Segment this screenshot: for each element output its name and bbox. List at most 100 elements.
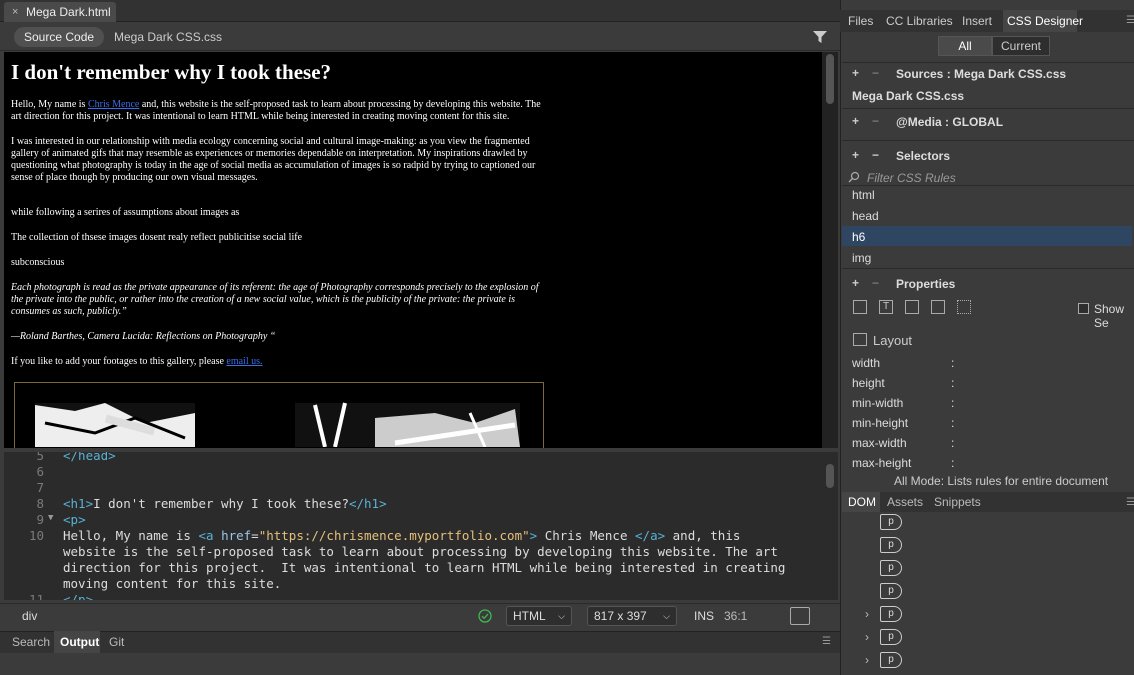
tab-git[interactable]: Git <box>109 635 124 649</box>
tab-dom[interactable]: DOM <box>848 495 876 509</box>
property-name[interactable]: max-height <box>852 456 911 470</box>
layout-category-icon[interactable] <box>853 300 867 314</box>
property-name[interactable]: width <box>852 356 880 370</box>
property-name[interactable]: height <box>852 376 885 390</box>
code-line[interactable]: Hello, My name is <a href="https://chris… <box>63 528 740 543</box>
expand-caret-icon[interactable]: › <box>865 653 869 667</box>
show-set-label: Show Se <box>1094 302 1125 330</box>
insert-mode: INS <box>694 609 715 623</box>
text-category-icon[interactable]: T <box>879 300 893 314</box>
paragraph-5: subconscious <box>11 257 65 268</box>
property-value[interactable]: : <box>951 416 954 430</box>
output-panel-body <box>0 653 840 675</box>
close-tab-icon[interactable]: × <box>12 2 18 22</box>
document-tab[interactable]: × Mega Dark.html <box>4 2 116 22</box>
selector-item[interactable]: img <box>852 251 871 265</box>
add-source-icon[interactable]: + <box>852 66 859 80</box>
property-value[interactable]: : <box>951 356 954 370</box>
filter-css-rules-input[interactable]: Filter CSS Rules <box>867 171 956 185</box>
property-value[interactable]: : <box>951 436 954 450</box>
preview-window-icon[interactable] <box>790 607 810 625</box>
expand-caret-icon[interactable]: › <box>865 607 869 621</box>
property-value[interactable]: : <box>951 376 954 390</box>
code-line[interactable]: website is the self-proposed task to lea… <box>63 544 778 559</box>
gallery-photos <box>35 402 520 448</box>
property-name[interactable]: min-height <box>852 416 908 430</box>
add-selector-icon[interactable]: + <box>852 148 859 162</box>
dom-node-p[interactable]: p <box>880 583 902 599</box>
add-media-icon[interactable]: + <box>852 114 859 128</box>
panel-menu-icon[interactable]: ☰ <box>822 636 831 647</box>
paragraph-4: The collection of thsese images dosent r… <box>11 232 303 243</box>
live-view[interactable]: I don't remember why I took these? Hello… <box>4 52 822 448</box>
more-category-icon[interactable] <box>957 300 971 314</box>
dom-node-p[interactable]: p <box>880 560 902 576</box>
code-view-scrollbar[interactable] <box>822 452 838 600</box>
tab-snippets[interactable]: Snippets <box>934 495 981 509</box>
paragraph-2: I was interested in our relationship wit… <box>11 136 536 183</box>
code-line[interactable]: </p> <box>63 592 93 600</box>
related-css-file-button[interactable]: Mega Dark CSS.css <box>114 27 222 47</box>
tab-insert[interactable]: Insert <box>962 14 992 28</box>
code-line[interactable]: direction for this project. It was inten… <box>63 560 785 575</box>
source-file-item[interactable]: Mega Dark CSS.css <box>852 89 1072 103</box>
code-view[interactable]: 5 </head> 6 7 8 <h1>I don't remember why I to… <box>4 452 822 600</box>
divider <box>842 62 1134 63</box>
author-link[interactable]: Chris Mence <box>88 99 139 110</box>
property-value[interactable]: : <box>951 456 954 470</box>
tab-assets[interactable]: Assets <box>887 495 923 509</box>
document-type-select[interactable]: HTML ⌵ <box>506 606 572 626</box>
selector-item[interactable]: html <box>852 188 875 202</box>
code-line[interactable]: <p> <box>63 512 86 527</box>
dom-node-p[interactable]: p <box>880 537 902 553</box>
property-name[interactable]: max-width <box>852 436 907 450</box>
tag-selector[interactable]: div <box>22 609 37 623</box>
property-value[interactable]: : <box>951 396 954 410</box>
panel-menu-icon[interactable]: ☰ <box>1126 497 1134 508</box>
background-category-icon[interactable] <box>931 300 945 314</box>
selector-item[interactable]: head <box>852 209 879 223</box>
dom-node-p[interactable]: p <box>880 606 902 622</box>
document-tab-title: Mega Dark.html <box>26 5 111 19</box>
tab-output[interactable]: Output <box>60 635 99 649</box>
paragraph-3: while following a serires of assumptions… <box>11 207 240 218</box>
border-category-icon[interactable] <box>905 300 919 314</box>
property-name[interactable]: min-width <box>852 396 903 410</box>
scrollbar-thumb[interactable] <box>826 54 834 104</box>
remove-selector-icon[interactable]: − <box>872 148 879 162</box>
email-link[interactable]: email us. <box>226 356 262 367</box>
code-line[interactable]: </head> <box>63 452 116 463</box>
dom-node-p[interactable]: p <box>880 514 902 530</box>
show-set-checkbox[interactable] <box>1078 303 1089 314</box>
dom-node-p[interactable]: p <box>880 652 902 668</box>
expand-caret-icon[interactable]: › <box>865 630 869 644</box>
line-number: 6 <box>36 464 44 479</box>
output-panel-tabs <box>0 631 840 653</box>
scrollbar-thumb[interactable] <box>826 464 834 488</box>
window-size-select[interactable]: 817 x 397 ⌵ <box>587 606 677 626</box>
line-number: 8 <box>36 496 44 511</box>
code-line[interactable]: moving content for this site. <box>63 576 281 591</box>
sources-header: Sources : Mega Dark CSS.css <box>896 67 1067 81</box>
current-mode-button[interactable]: Current <box>992 36 1050 56</box>
remove-media-icon[interactable]: − <box>872 114 879 128</box>
tab-cc-libraries[interactable]: CC Libraries <box>886 14 953 28</box>
dom-node-p[interactable]: p <box>880 629 902 645</box>
code-line[interactable]: <h1>I don't remember why I took these?</… <box>63 496 387 511</box>
check-circle-icon <box>478 609 492 623</box>
properties-header: Properties <box>896 277 956 291</box>
tab-search[interactable]: Search <box>12 635 50 649</box>
add-property-icon[interactable]: + <box>852 276 859 290</box>
panel-menu-icon[interactable]: ☰ <box>1126 15 1134 26</box>
source-code-button[interactable]: Source Code <box>14 27 105 47</box>
fold-toggle-icon[interactable]: ▼ <box>48 513 53 523</box>
tab-css-designer[interactable]: CSS Designer <box>1007 14 1083 28</box>
live-view-scrollbar[interactable] <box>822 52 838 448</box>
remove-source-icon[interactable]: − <box>872 66 879 80</box>
filter-icon[interactable] <box>812 30 828 44</box>
tab-files[interactable]: Files <box>848 14 873 28</box>
remove-property-icon[interactable]: − <box>872 276 879 290</box>
all-mode-button[interactable]: All <box>938 36 992 56</box>
selected-selector-row <box>842 226 1132 246</box>
selector-item-selected[interactable]: h6 <box>852 230 865 244</box>
